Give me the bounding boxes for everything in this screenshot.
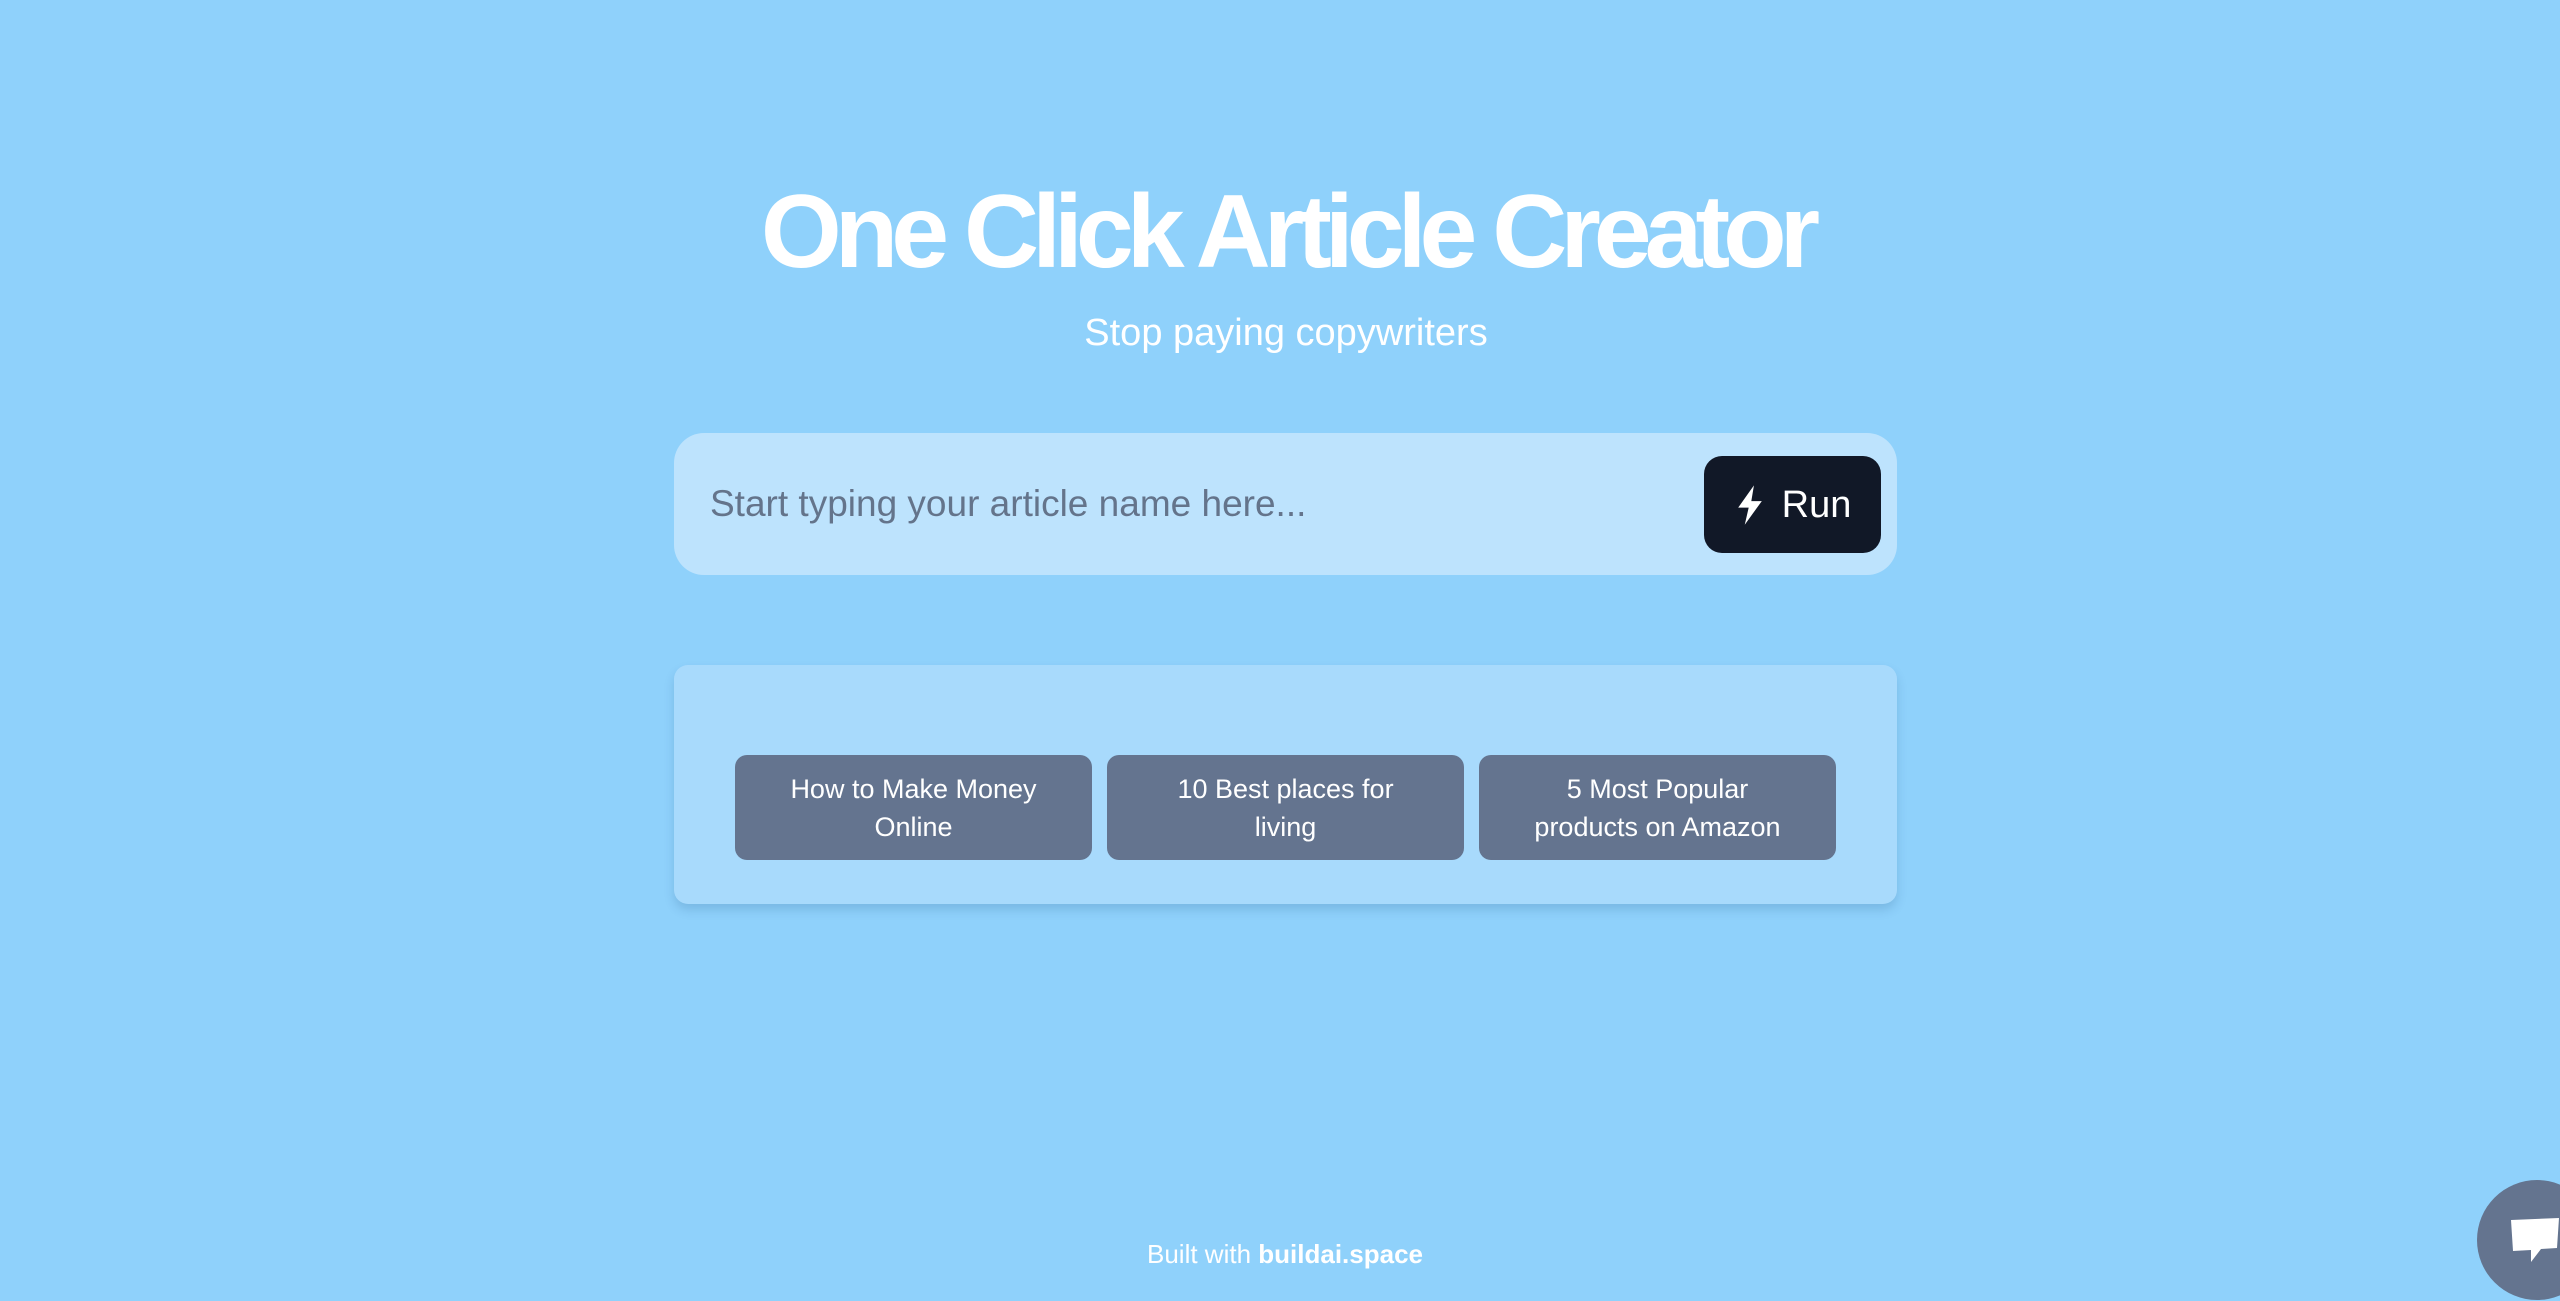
chat-bubble-icon <box>2511 1218 2559 1262</box>
page-title: One Click Article Creator <box>760 174 1820 290</box>
page-subtitle: Stop paying copywriters <box>1084 312 1488 354</box>
footer-credit: Built with buildai.space <box>0 1236 2560 1272</box>
run-button[interactable]: Run <box>1704 456 1881 553</box>
example-prompt-button[interactable]: 5 Most Popular products on Amazon <box>1479 755 1836 860</box>
page: One Click Article Creator Stop paying co… <box>0 0 2560 1301</box>
footer-prefix: Built with <box>1147 1239 1259 1269</box>
lightning-bolt-icon <box>1737 484 1762 525</box>
chat-widget-button[interactable] <box>2477 1180 2560 1300</box>
example-prompt-button[interactable]: 10 Best places for living <box>1107 755 1464 860</box>
article-name-input[interactable] <box>710 473 1640 535</box>
example-prompts-card: How to Make Money Online 10 Best places … <box>674 665 1897 904</box>
example-prompt-button[interactable]: How to Make Money Online <box>735 755 1092 860</box>
article-search-bar: Run <box>674 433 1897 575</box>
footer-brand-link[interactable]: buildai.space <box>1258 1239 1423 1269</box>
run-button-label: Run <box>1781 483 1852 526</box>
